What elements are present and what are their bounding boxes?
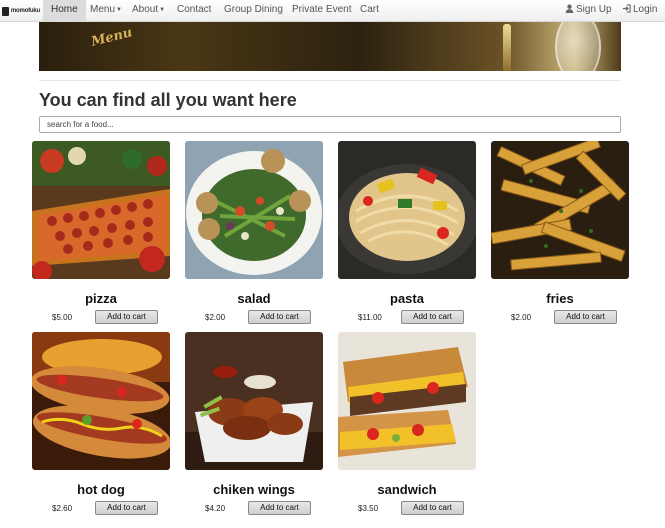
food-image-salad[interactable] — [185, 141, 323, 279]
add-to-cart-button[interactable]: Add to cart — [248, 310, 311, 324]
caret-down-icon: ▼ — [159, 7, 166, 13]
food-image-sandwich[interactable] — [338, 332, 476, 470]
food-name: pasta — [390, 291, 424, 306]
nav-home[interactable]: Home — [43, 0, 86, 22]
food-image-pizza[interactable] — [32, 141, 170, 279]
food-name: fries — [546, 291, 574, 306]
page-title: You can find all you want here — [39, 90, 297, 110]
food-name: chiken wings — [213, 482, 295, 497]
login-link[interactable]: Login — [622, 0, 657, 22]
food-image-hot-dog[interactable] — [32, 332, 170, 470]
food-price: $3.50 — [358, 504, 379, 513]
food-name: hot dog — [77, 482, 125, 497]
add-to-cart-button[interactable]: Add to cart — [401, 501, 464, 515]
brand-logo[interactable]: momofuku — [2, 4, 40, 18]
nav-about[interactable]: About▼ — [124, 0, 173, 22]
food-name: pizza — [85, 291, 117, 306]
food-price: $11.00 — [358, 313, 382, 322]
navbar: momofuku Home Menu▼ About▼ Contact Group… — [0, 0, 665, 22]
section-divider — [39, 80, 621, 81]
nav-contact[interactable]: Contact — [169, 0, 219, 22]
nav-cart[interactable]: Cart — [352, 0, 387, 22]
nav-private-event[interactable]: Private Event — [284, 0, 359, 22]
banner-candle — [503, 24, 511, 71]
food-search-input[interactable] — [39, 116, 621, 133]
banner-glass — [555, 22, 601, 71]
food-image-pasta[interactable] — [338, 141, 476, 279]
add-to-cart-button[interactable]: Add to cart — [401, 310, 464, 324]
nav-menu[interactable]: Menu▼ — [82, 0, 130, 22]
food-name: sandwich — [377, 482, 437, 497]
food-price: $2.00 — [511, 313, 532, 322]
brand-name: momofuku — [10, 8, 40, 14]
banner-menu-script: Menu — [89, 25, 134, 50]
nav-group-dining[interactable]: Group Dining — [216, 0, 291, 22]
add-to-cart-button[interactable]: Add to cart — [248, 501, 311, 515]
hero-banner: Menu — [39, 22, 621, 71]
add-to-cart-button[interactable]: Add to cart — [554, 310, 617, 324]
brand-mark-icon — [2, 6, 9, 16]
signup-link[interactable]: Sign Up — [565, 0, 612, 22]
food-name: salad — [237, 291, 271, 306]
food-price: $2.60 — [52, 504, 73, 513]
add-to-cart-button[interactable]: Add to cart — [95, 310, 158, 324]
food-image-chiken-wings[interactable] — [185, 332, 323, 470]
login-icon — [622, 4, 631, 13]
food-price: $5.00 — [52, 313, 73, 322]
add-to-cart-button[interactable]: Add to cart — [95, 501, 158, 515]
caret-down-icon: ▼ — [116, 7, 122, 13]
food-image-fries[interactable] — [491, 141, 629, 279]
food-price: $2.00 — [205, 313, 226, 322]
food-price: $4.20 — [205, 504, 226, 513]
user-icon — [565, 4, 574, 13]
